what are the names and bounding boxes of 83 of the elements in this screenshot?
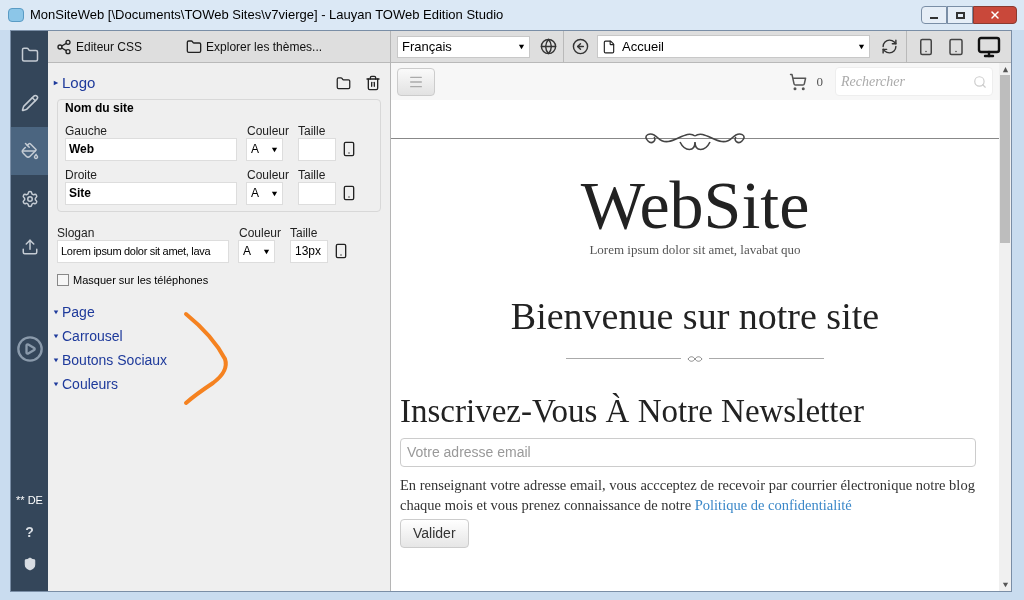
window-title: MonSiteWeb [\Documents\TOWeb Sites\v7vierge] - Lauyan TOWeb Edition Studio	[30, 6, 504, 25]
field-label: Taille	[298, 122, 326, 138]
group-title: Nom du site	[65, 99, 135, 117]
text-field[interactable]: Site	[65, 181, 237, 205]
caret-icon	[263, 247, 270, 255]
field-label: Couleur	[247, 122, 291, 138]
text-field[interactable]: Web	[65, 137, 237, 161]
site-title: WebSite	[580, 170, 810, 240]
color-select[interactable]: A	[246, 181, 283, 205]
play-icon	[15, 335, 44, 363]
close-icon	[989, 9, 1001, 21]
field-label: Couleur	[247, 166, 291, 182]
folder-icon	[20, 46, 39, 64]
scroll-up-icon	[1001, 66, 1009, 73]
ornament-icon	[687, 355, 703, 362]
text-field[interactable]: Lorem ipsum dolor sit amet, lava	[57, 239, 229, 263]
color-select[interactable]: A	[238, 239, 275, 263]
page-select[interactable]: Accueil	[597, 35, 870, 58]
cart-count: 0	[816, 72, 823, 91]
folder-icon	[186, 38, 203, 55]
privacy-link[interactable]: Politique de confidentialité	[694, 496, 852, 513]
submit-button[interactable]: Valider	[400, 518, 469, 548]
globe-icon[interactable]	[540, 38, 557, 55]
back-icon[interactable]	[572, 38, 589, 55]
help-link[interactable]: ?	[25, 522, 34, 543]
field-label: Gauche	[65, 122, 109, 138]
phone-icon[interactable]	[341, 183, 357, 203]
size-field[interactable]	[298, 137, 336, 161]
maximize-button[interactable]	[947, 6, 973, 24]
toolbar-button[interactable]: Editeur CSS	[56, 37, 143, 56]
trash-icon[interactable]	[365, 75, 381, 92]
field-label: Taille	[298, 166, 326, 182]
caret-icon	[271, 189, 278, 197]
language-code[interactable]: ** DE	[16, 491, 43, 508]
tablet-icon[interactable]	[947, 37, 965, 56]
paint-bucket-icon	[20, 142, 39, 160]
upload-icon	[20, 238, 39, 256]
field-label: Slogan	[57, 224, 96, 240]
toolbar-button[interactable]: Explorer les thèmes...	[186, 37, 323, 56]
color-select[interactable]: A	[246, 137, 283, 161]
section-header[interactable]: Couleurs	[53, 374, 390, 394]
field-label: Taille	[290, 224, 318, 240]
app-icon	[8, 8, 24, 22]
page-icon	[602, 38, 616, 55]
caret-icon	[53, 309, 59, 315]
refresh-icon[interactable]	[881, 38, 898, 55]
caret-icon	[858, 43, 865, 50]
phone-icon[interactable]	[917, 37, 935, 56]
size-field[interactable]: 13px	[290, 239, 328, 263]
scrollbar-thumb[interactable]	[1000, 75, 1010, 243]
close-button[interactable]	[973, 6, 1017, 24]
caret-icon	[518, 43, 525, 50]
caret-icon	[53, 381, 59, 387]
checkbox[interactable]	[57, 273, 69, 286]
shield-icon[interactable]	[22, 557, 37, 571]
caret-icon	[271, 145, 278, 153]
section-header[interactable]: Page	[53, 302, 390, 322]
section-header[interactable]: Logo	[53, 72, 96, 95]
phone-icon[interactable]	[333, 241, 349, 261]
section-header[interactable]: Boutons Sociaux	[53, 350, 390, 370]
gears-icon	[20, 190, 39, 208]
phone-icon[interactable]	[341, 139, 357, 159]
caret-icon	[53, 80, 59, 87]
desktop-icon[interactable]	[977, 34, 1001, 59]
site-slogan: Lorem ipsum dolor sit amet, lavabat quo	[589, 241, 801, 259]
cart-icon[interactable]	[788, 72, 807, 91]
section-header[interactable]: Carrousel	[53, 326, 390, 346]
share-icon	[56, 38, 72, 55]
pencil-icon	[20, 94, 39, 112]
welcome-heading: Bienvenue sur notre site	[510, 293, 880, 338]
language-select[interactable]: Français	[397, 35, 530, 58]
field-label: Couleur	[239, 224, 283, 240]
scroll-down-icon	[1001, 581, 1009, 588]
caret-icon	[53, 357, 59, 363]
newsletter-heading: Inscrivez-Vous À Notre Newsletter	[400, 391, 864, 430]
field-label: Droite	[65, 166, 98, 182]
caret-icon	[53, 333, 59, 339]
minimize-button[interactable]	[921, 6, 947, 24]
newsletter-notice: En renseignant votre adresse email, vous accceptez de recevoir par courrier électronique notre blog chaque mois et vous prenez connaissance de notre Politique de confidentialité	[400, 475, 976, 515]
size-field[interactable]	[298, 181, 336, 205]
search-icon	[973, 74, 987, 89]
checkbox-label[interactable]: Masquer sur les téléphones	[73, 271, 209, 288]
folder-icon[interactable]	[335, 75, 352, 91]
